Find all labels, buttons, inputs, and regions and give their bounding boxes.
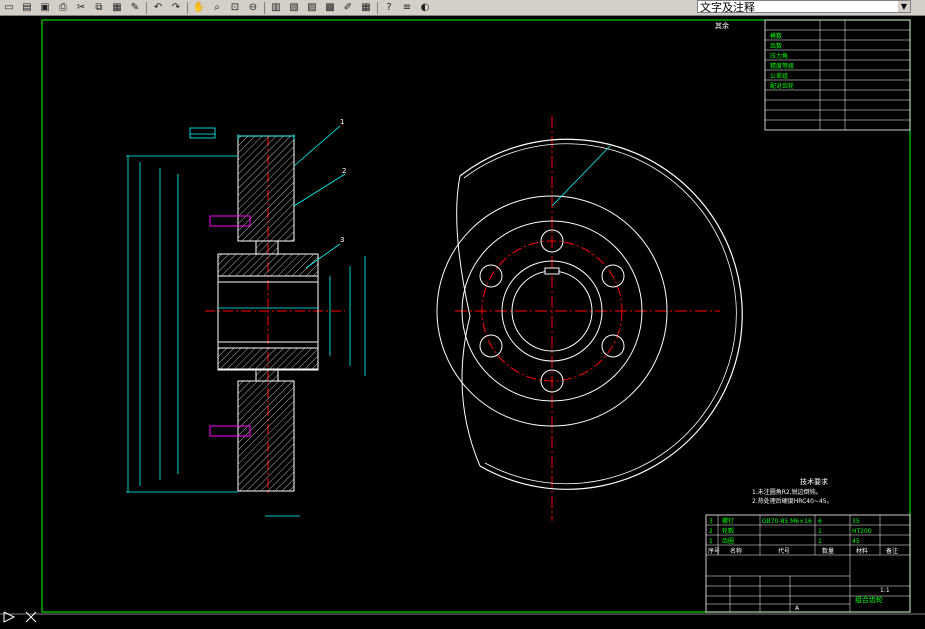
param-row-1: 模数 [770, 32, 782, 40]
bom-row-3-name: 齿圈 [722, 537, 734, 545]
bom-header-material: 材料 [856, 547, 868, 555]
bom-header-remark: 备注 [886, 547, 898, 555]
bom-row-1-material: 35 [852, 518, 860, 525]
redo-icon[interactable]: ↷ [167, 1, 185, 15]
pan-icon[interactable]: ✋ [190, 1, 208, 15]
bom-row-3-no: 1 [709, 538, 713, 545]
toolbar-separator [377, 1, 378, 14]
leader-label-2: 2 [342, 167, 346, 175]
bom-row-2-name: 轮毂 [722, 527, 734, 535]
tech-title: 技术要求 [800, 477, 828, 486]
design-center-icon[interactable]: ▧ [285, 1, 303, 15]
bom-row-1-no: 3 [709, 518, 713, 525]
param-row-4: 精度等级 [770, 62, 794, 70]
properties-icon[interactable]: ▥ [267, 1, 285, 15]
param-row-5: 公差组 [770, 72, 788, 80]
leader-label-1: 1 [340, 118, 344, 126]
bom-row-1-name: 螺钉 [722, 517, 734, 525]
cut-icon[interactable]: ✂ [72, 1, 90, 15]
markup-icon[interactable]: ✐ [339, 1, 357, 15]
bom-row-2-no: 2 [709, 528, 713, 535]
tech-line-2: 2.热处理后硬度HRC40~45。 [752, 497, 833, 505]
leader-label-3: 3 [340, 236, 344, 244]
toolbar-separator [187, 1, 188, 14]
chevron-down-icon[interactable]: ▼ [898, 1, 910, 12]
layer-name: 文字及注释 [700, 1, 755, 14]
param-row-6: 配对齿轮 [770, 82, 794, 90]
bom-row-1-qty: 6 [818, 518, 822, 525]
copy-icon[interactable]: ⧉ [90, 1, 108, 15]
toolbar-separator [146, 1, 147, 14]
open-icon[interactable]: ▤ [18, 1, 36, 15]
zoom-window-icon[interactable]: ⊡ [226, 1, 244, 15]
toolbar-separator [264, 1, 265, 14]
bom-header-code: 代号 [778, 547, 790, 555]
roughness-note: 其余 [715, 21, 729, 30]
paste-icon[interactable]: ▦ [108, 1, 126, 15]
match-properties-icon[interactable]: ✎ [126, 1, 144, 15]
layer-dropdown[interactable]: 文字及注释 ▼ [697, 0, 911, 14]
layer-manager-icon[interactable]: ≡ [398, 1, 416, 15]
plot-icon[interactable]: ⎙ [54, 1, 72, 15]
zoom-previous-icon[interactable]: ⊖ [244, 1, 262, 15]
zoom-realtime-icon[interactable]: ⌕ [208, 1, 226, 15]
bom-row-2-material: HT200 [852, 528, 872, 535]
drawing-canvas[interactable]: 1 2 3 模数 齿数 压力角 精度等级 公差组 配对齿轮 其余 技术要求 1.… [0, 16, 925, 629]
bom-header-name: 名称 [730, 547, 742, 555]
bom-row-3-qty: 1 [818, 538, 822, 545]
sheet-set-icon[interactable]: ▩ [321, 1, 339, 15]
bom-row-2-qty: 1 [818, 528, 822, 535]
param-row-2: 齿数 [770, 42, 782, 50]
tech-line-1: 1.未注圆角R2,锐边倒钝。 [752, 488, 822, 496]
save-icon[interactable]: ▣ [36, 1, 54, 15]
bom-row-1-code: GB70-85 M6×16 [762, 518, 812, 525]
calculator-icon[interactable]: ▦ [357, 1, 375, 15]
layer-state-icons[interactable]: ◐ [416, 1, 434, 15]
title-block-name: 组合齿轮 [855, 595, 883, 604]
help-icon[interactable]: ? [380, 1, 398, 15]
undo-icon[interactable]: ↶ [149, 1, 167, 15]
bom-header-no: 序号 [708, 547, 720, 555]
title-block-scale: 1:1 [880, 587, 890, 594]
bom-row-3-material: 45 [852, 538, 860, 545]
param-row-3: 压力角 [770, 52, 788, 60]
bom-header-qty: 数量 [822, 547, 834, 555]
tool-palettes-icon[interactable]: ▨ [303, 1, 321, 15]
new-icon[interactable]: ▭ [0, 1, 18, 15]
